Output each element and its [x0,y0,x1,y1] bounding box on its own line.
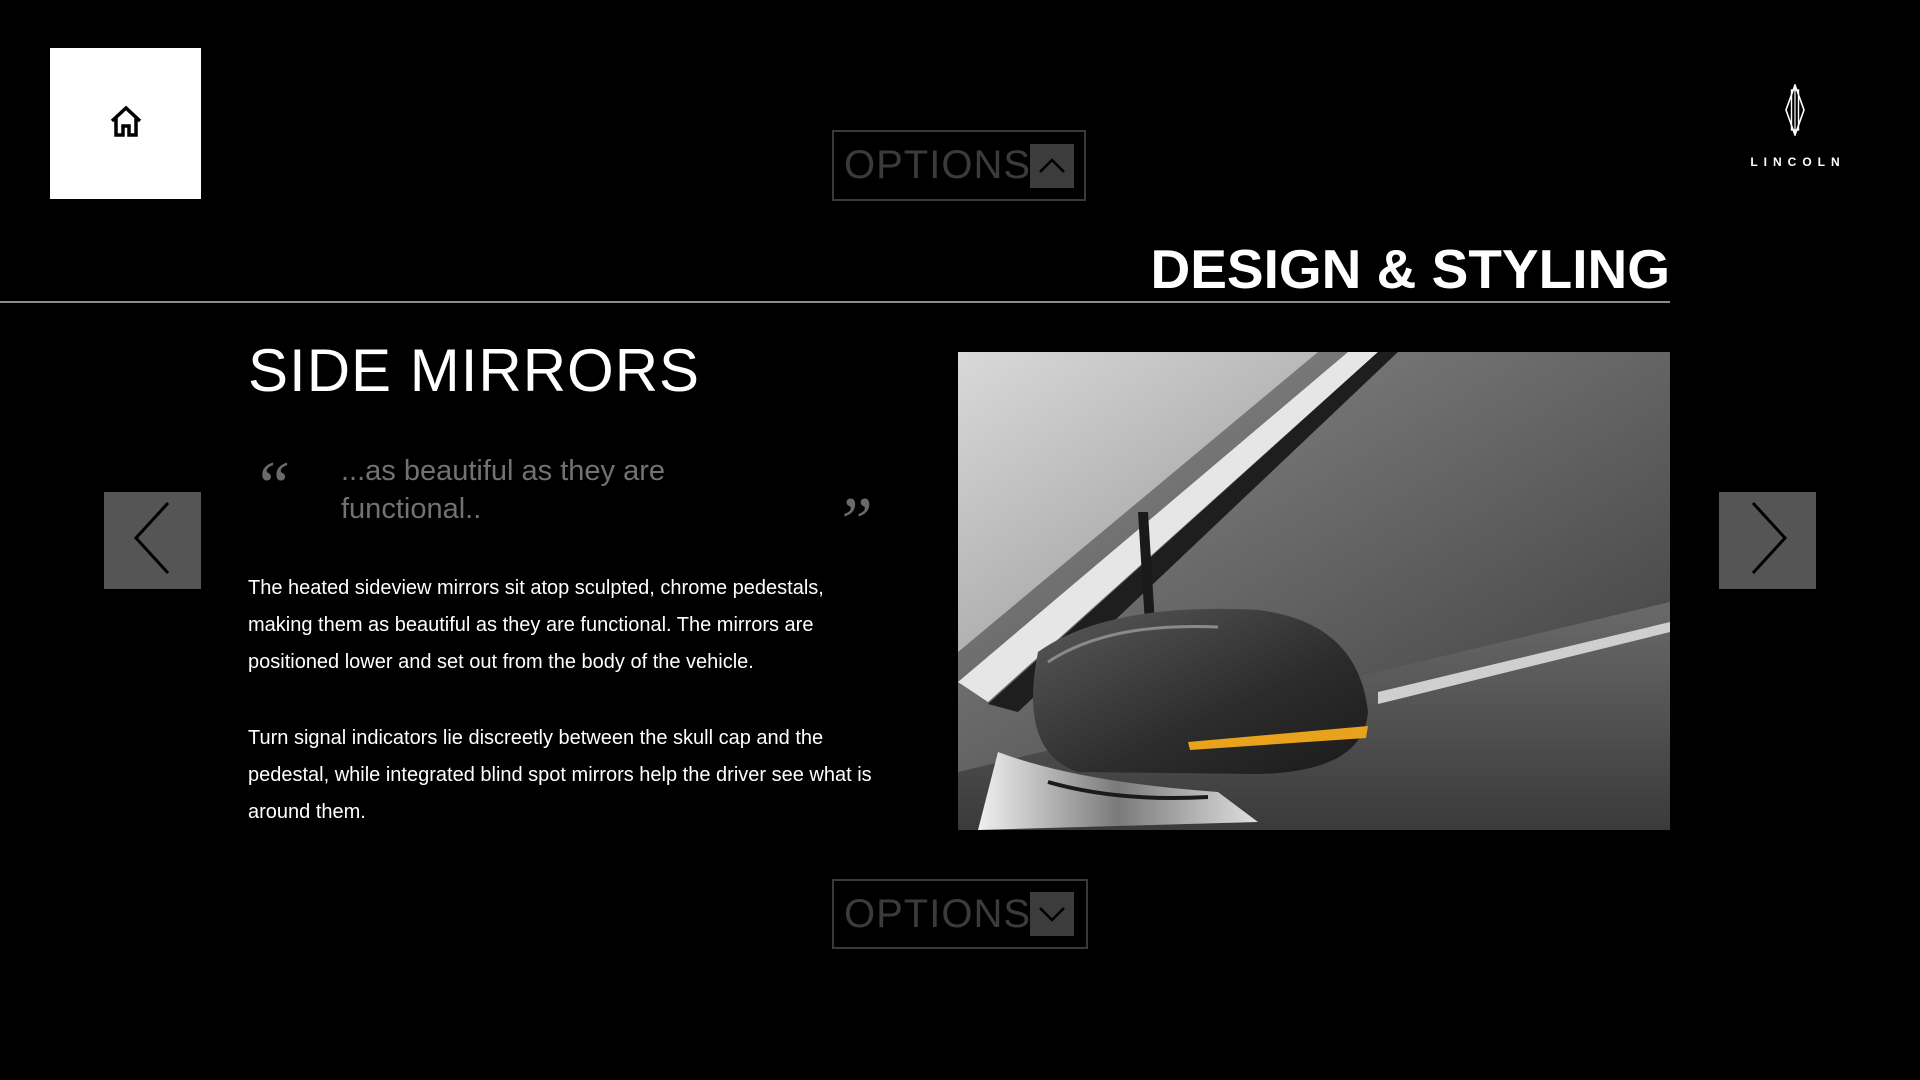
lincoln-star-icon [1784,82,1806,141]
feature-description-2: Turn signal indicators lie discreetly be… [248,727,872,823]
close-quote-mark: ” [834,484,873,561]
options-toggle-up[interactable]: OPTIONS [832,130,1086,201]
options-label: OPTIONS [844,891,1032,936]
options-label: OPTIONS [844,143,1032,187]
chevron-right-icon [1743,498,1793,583]
feature-quote: ...as beautiful as they are functional.. [341,455,666,525]
options-toggle-down[interactable]: OPTIONS [832,879,1088,949]
page: LINCOLN OPTIONS DESIGN & STYLING SIDE MI… [0,0,1920,1080]
feature-title: SIDE MIRRORS [248,337,701,404]
section-divider [0,301,1670,303]
chevron-down-icon [1030,892,1074,936]
brand-name: LINCOLN [1750,155,1846,169]
chevron-left-icon [128,498,178,583]
next-button[interactable] [1719,492,1816,589]
brand-logo: LINCOLN [1735,82,1855,174]
chevron-up-icon [1030,144,1074,188]
feature-description-1: The heated sideview mirrors sit atop scu… [248,577,824,673]
section-title: DESIGN & STYLING [1150,238,1671,300]
open-quote-mark: “ [252,448,291,525]
previous-button[interactable] [104,492,201,589]
home-button[interactable] [50,48,201,199]
home-icon [106,101,146,146]
side-mirror-photo [958,352,1670,830]
